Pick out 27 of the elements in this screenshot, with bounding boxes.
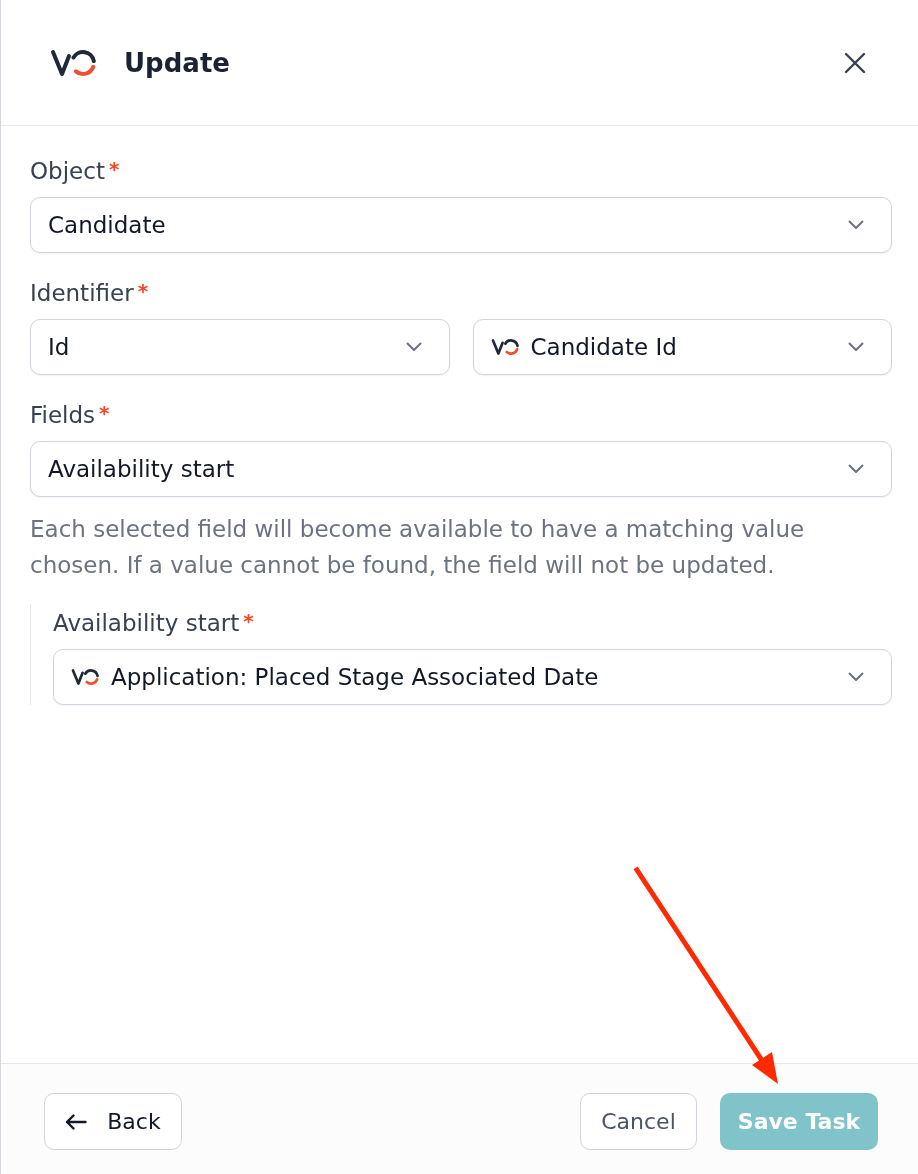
logo-icon	[50, 47, 96, 78]
logo-icon	[490, 338, 519, 356]
select-dropdown[interactable]: Availability start	[30, 441, 892, 497]
select-dropdown[interactable]: Id	[30, 319, 450, 375]
field-label: Object	[30, 157, 105, 186]
logo-icon	[71, 668, 99, 686]
field-label: Identifier	[30, 279, 134, 308]
required-mark: *	[108, 156, 120, 182]
close-icon	[844, 51, 866, 74]
arrow-left-icon	[65, 1113, 88, 1130]
chevron-down-icon	[848, 342, 864, 352]
chevron-down-icon	[848, 220, 864, 230]
field-label: Fields	[30, 401, 96, 430]
required-mark: *	[137, 278, 149, 304]
cancel-button[interactable]: Cancel	[580, 1093, 697, 1150]
window-title: Update	[124, 46, 230, 80]
required-mark: *	[243, 608, 254, 634]
chevron-down-icon	[405, 342, 422, 352]
back-button[interactable]: Back	[44, 1093, 182, 1150]
chevron-down-icon	[848, 672, 864, 682]
select-dropdown[interactable]: Application: Placed Stage Associated Date	[53, 649, 892, 705]
required-mark: *	[99, 400, 110, 426]
field-label: Availability start	[53, 609, 240, 638]
chevron-down-icon	[848, 464, 864, 474]
help-text: Each selected field will become available to have a matching value chosen. If a value cannot be found, the field will not be updated.	[30, 515, 806, 580]
select-dropdown[interactable]: Candidate	[30, 197, 892, 253]
select-dropdown[interactable]: Candidate Id	[472, 319, 892, 375]
